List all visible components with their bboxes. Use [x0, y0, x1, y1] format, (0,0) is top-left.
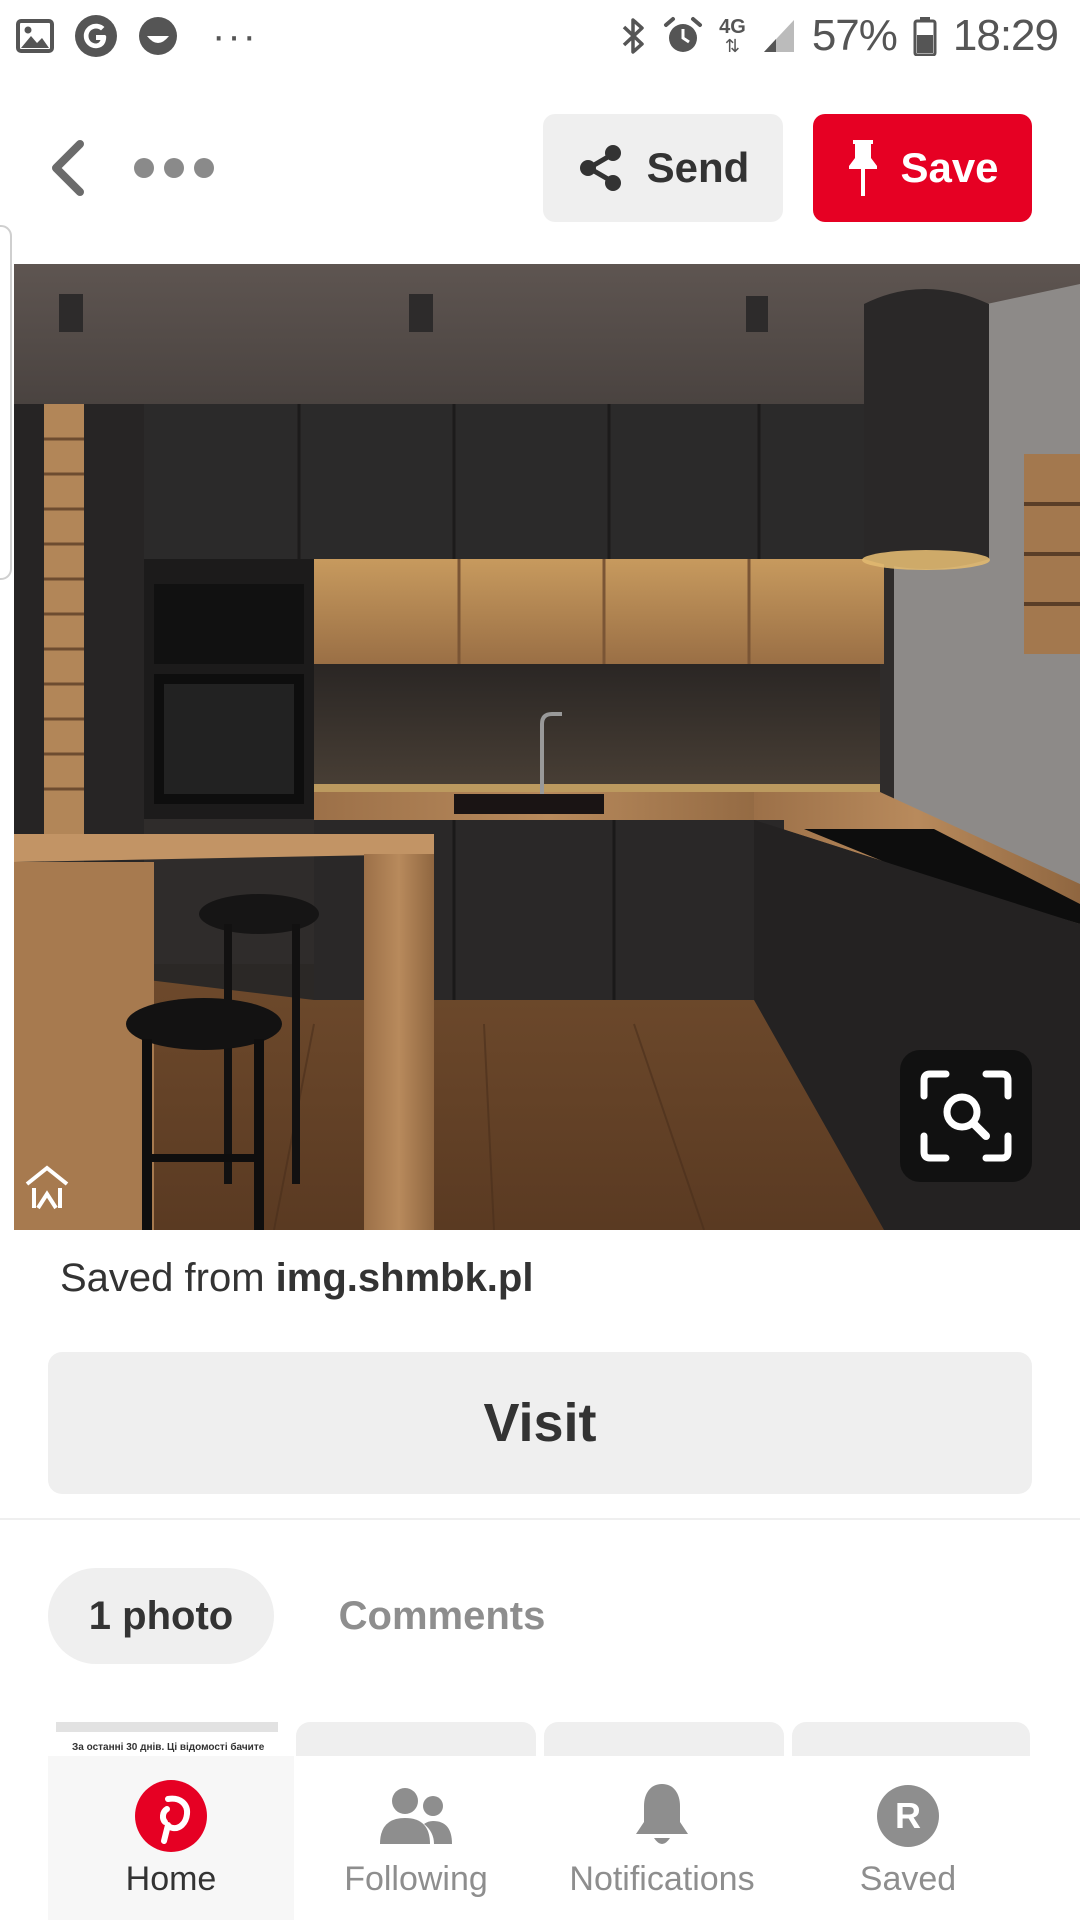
send-button[interactable]: Send: [543, 114, 783, 222]
nav-saved[interactable]: R Saved: [785, 1756, 1031, 1920]
tab-photos[interactable]: 1 photo: [48, 1568, 274, 1664]
chevron-left-icon: [52, 140, 84, 196]
network-type: 4G: [719, 16, 746, 38]
more-options-button[interactable]: [134, 145, 214, 191]
alarm-icon: [664, 17, 703, 52]
visual-search-button[interactable]: [900, 1050, 1032, 1182]
nav-saved-label: Saved: [859, 1860, 957, 1898]
status-more-indicator: ···: [212, 14, 258, 58]
thumbnail-caption: За останні 30 днів. Ці відомості бачите: [72, 1742, 265, 1753]
nav-home-label: Home: [125, 1860, 217, 1898]
clock: 18:29: [952, 11, 1059, 60]
status-left-icons: ···: [16, 14, 258, 58]
pin-toolbar: Send Save: [0, 90, 1080, 240]
nav-following-label: Following: [344, 1860, 488, 1898]
saved-from-prefix: Saved from: [60, 1256, 276, 1300]
status-right-icons: 4G ⇅ 57% 18:29: [621, 10, 1059, 62]
nav-home[interactable]: Home: [48, 1756, 294, 1920]
nav-following[interactable]: Following: [293, 1756, 539, 1920]
visit-button[interactable]: Visit: [48, 1352, 1032, 1494]
save-label: Save: [900, 144, 999, 191]
send-label: Send: [646, 144, 750, 191]
saved-from-text: Saved from img.shmbk.pl: [60, 1256, 533, 1301]
google-icon: [75, 15, 117, 57]
pin-icon: [849, 140, 878, 196]
share-icon: [579, 145, 621, 191]
more-dot-icon: [164, 158, 184, 178]
more-dot-icon: [194, 158, 214, 178]
tab-photos-label: 1 photo: [88, 1593, 234, 1638]
avatar-icon: R: [877, 1785, 939, 1847]
thumbnail-header-bar: [56, 1722, 278, 1732]
gallery-icon: [16, 19, 54, 53]
people-icon: [376, 1776, 456, 1856]
nav-notifications[interactable]: Notifications: [539, 1756, 785, 1920]
lens-search-icon: [920, 1070, 1012, 1162]
bluetooth-icon: [622, 18, 644, 54]
pinterest-logo-icon: [131, 1776, 211, 1856]
tab-comments-label: Comments: [338, 1593, 546, 1638]
emoji-app-icon: [139, 17, 177, 55]
bottom-navigation: Home Following Notifications R Saved: [0, 1756, 1080, 1920]
pin-image[interactable]: [14, 264, 1080, 1230]
battery-icon: [913, 17, 937, 56]
visit-label: Visit: [483, 1393, 597, 1453]
home-logo-icon: [25, 1165, 69, 1210]
side-drawer-handle[interactable]: [0, 225, 12, 580]
status-bar: ··· 4G ⇅ 57% 18:29: [0, 0, 1080, 72]
more-dot-icon: [134, 158, 154, 178]
avatar-icon-wrap: R: [868, 1776, 948, 1856]
save-button[interactable]: Save: [813, 114, 1032, 222]
section-divider: [0, 1518, 1080, 1520]
battery-percent: 57%: [811, 11, 898, 60]
bell-icon: [622, 1776, 702, 1856]
signal-icon: [763, 20, 794, 52]
data-arrows-icon: ⇅: [724, 36, 741, 56]
nav-notifications-label: Notifications: [569, 1860, 755, 1898]
back-button[interactable]: [40, 140, 96, 196]
network-indicator: 4G ⇅: [719, 17, 746, 55]
source-domain-link[interactable]: img.shmbk.pl: [276, 1256, 534, 1300]
tab-comments[interactable]: Comments: [322, 1568, 562, 1664]
